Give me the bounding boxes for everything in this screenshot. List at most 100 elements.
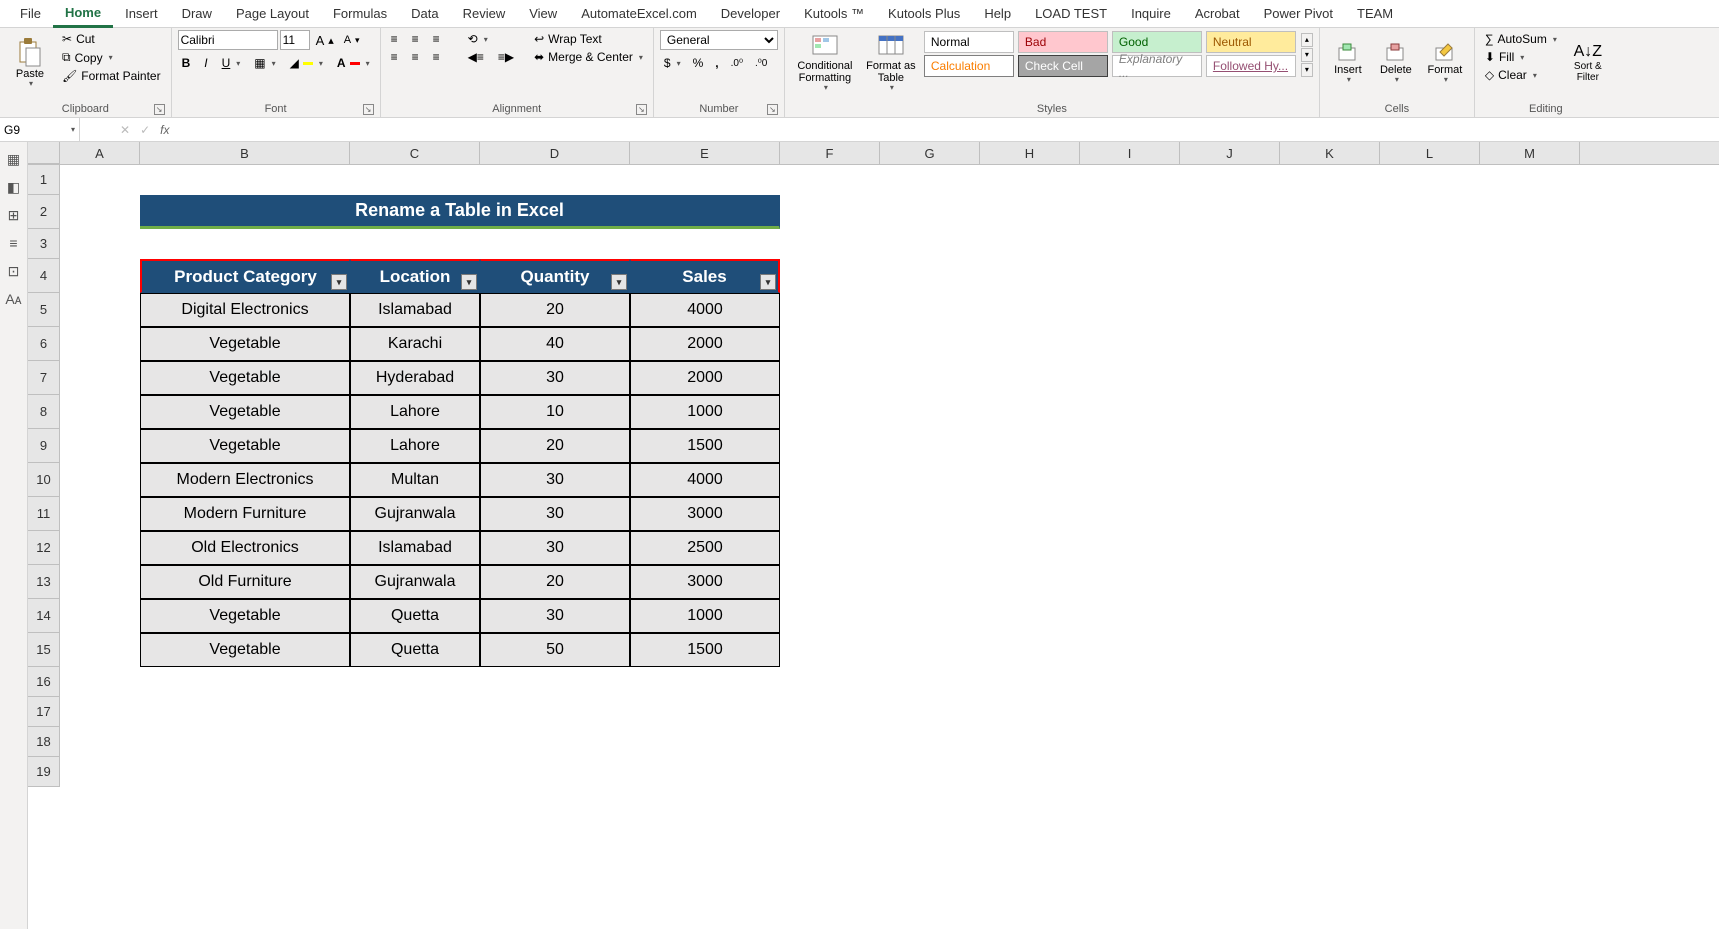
alignment-launcher[interactable]: ↘ <box>636 104 647 115</box>
table-cell[interactable]: 1000 <box>630 599 780 633</box>
tab-home[interactable]: Home <box>53 0 113 28</box>
cell[interactable] <box>1080 599 1180 633</box>
number-launcher[interactable]: ↘ <box>767 104 778 115</box>
cell[interactable] <box>1080 361 1180 395</box>
cell[interactable] <box>880 599 980 633</box>
cell[interactable] <box>980 429 1080 463</box>
cell[interactable] <box>1280 195 1380 229</box>
cell[interactable] <box>1280 633 1380 667</box>
align-left-button[interactable]: ≡ <box>387 48 402 66</box>
cell[interactable] <box>1480 757 1580 787</box>
row-header-7[interactable]: 7 <box>28 361 60 395</box>
cell[interactable] <box>1080 165 1180 195</box>
table-cell[interactable]: Gujranwala <box>350 565 480 599</box>
cell[interactable] <box>980 327 1080 361</box>
cell[interactable] <box>140 727 350 757</box>
styles-scroll-down[interactable]: ▾ <box>1301 48 1313 62</box>
cell[interactable] <box>350 757 480 787</box>
cell[interactable] <box>1480 697 1580 727</box>
style-neutral[interactable]: Neutral <box>1206 31 1296 53</box>
name-box[interactable]: ▾ <box>0 118 80 141</box>
cell[interactable] <box>980 395 1080 429</box>
name-box-input[interactable] <box>4 123 75 137</box>
cell[interactable] <box>1080 395 1180 429</box>
cell[interactable] <box>1280 395 1380 429</box>
cell[interactable] <box>1280 327 1380 361</box>
font-size-select[interactable] <box>280 30 310 50</box>
cell[interactable] <box>1480 395 1580 429</box>
orientation-button[interactable]: ⟲▾ <box>464 30 492 48</box>
cell[interactable] <box>780 361 880 395</box>
cell[interactable] <box>350 667 480 697</box>
bold-button[interactable]: B <box>178 54 195 72</box>
cell[interactable] <box>60 195 140 229</box>
table-cell[interactable]: 20 <box>480 293 630 327</box>
table-cell[interactable]: Vegetable <box>140 599 350 633</box>
sort-filter-button[interactable]: A↓Z Sort & Filter <box>1565 30 1611 96</box>
cell[interactable] <box>880 395 980 429</box>
row-header-6[interactable]: 6 <box>28 327 60 361</box>
tab-data[interactable]: Data <box>399 0 450 28</box>
row-header-13[interactable]: 13 <box>28 565 60 599</box>
cell[interactable] <box>1480 293 1580 327</box>
format-as-table-button[interactable]: Format as Table▾ <box>863 30 919 96</box>
cell[interactable] <box>880 565 980 599</box>
cell[interactable] <box>1280 429 1380 463</box>
cell[interactable] <box>480 229 630 259</box>
tab-load-test[interactable]: LOAD TEST <box>1023 0 1119 28</box>
delete-cells-button[interactable]: Delete▾ <box>1374 30 1418 96</box>
cell[interactable] <box>880 497 980 531</box>
cell[interactable] <box>630 667 780 697</box>
cell[interactable] <box>1480 229 1580 259</box>
cell[interactable] <box>1480 633 1580 667</box>
cell[interactable] <box>780 667 880 697</box>
cell[interactable] <box>880 429 980 463</box>
tool-icon-1[interactable]: ▦ <box>5 150 23 168</box>
cell[interactable] <box>1480 531 1580 565</box>
cell[interactable] <box>480 697 630 727</box>
cell[interactable] <box>880 531 980 565</box>
cell[interactable] <box>1080 531 1180 565</box>
cell[interactable] <box>1380 599 1480 633</box>
cell[interactable] <box>60 293 140 327</box>
row-header-11[interactable]: 11 <box>28 497 60 531</box>
increase-decimal-button[interactable]: .0⁰ <box>727 56 747 71</box>
cell[interactable] <box>980 229 1080 259</box>
row-header-15[interactable]: 15 <box>28 633 60 667</box>
cell[interactable] <box>1080 497 1180 531</box>
filter-dropdown-icon[interactable]: ▾ <box>331 274 347 290</box>
cell[interactable] <box>980 599 1080 633</box>
cell[interactable] <box>1280 757 1380 787</box>
cell[interactable] <box>780 565 880 599</box>
cell[interactable] <box>1180 633 1280 667</box>
cell[interactable] <box>1080 667 1180 697</box>
cell[interactable] <box>1480 565 1580 599</box>
cell[interactable] <box>980 667 1080 697</box>
cell[interactable] <box>1480 599 1580 633</box>
tab-kutools-plus[interactable]: Kutools Plus <box>876 0 972 28</box>
cell[interactable] <box>1280 229 1380 259</box>
table-cell[interactable]: 30 <box>480 599 630 633</box>
style-good[interactable]: Good <box>1112 31 1202 53</box>
cell[interactable] <box>1380 229 1480 259</box>
cell[interactable] <box>60 633 140 667</box>
cell[interactable] <box>980 565 1080 599</box>
row-header-14[interactable]: 14 <box>28 599 60 633</box>
cell[interactable] <box>630 727 780 757</box>
copy-button[interactable]: ⧉ Copy ▾ <box>58 48 165 67</box>
cell[interactable] <box>1080 195 1180 229</box>
align-middle-button[interactable]: ≡ <box>408 30 423 48</box>
cell[interactable] <box>1180 229 1280 259</box>
cell[interactable] <box>1180 327 1280 361</box>
cell[interactable] <box>1180 195 1280 229</box>
cell[interactable] <box>1380 727 1480 757</box>
styles-scroll-up[interactable]: ▴ <box>1301 33 1313 47</box>
cell[interactable] <box>350 697 480 727</box>
column-header-L[interactable]: L <box>1380 142 1480 164</box>
tool-icon-3[interactable]: ⊞ <box>5 206 23 224</box>
cell[interactable] <box>980 633 1080 667</box>
style-followed-hyperlink[interactable]: Followed Hy... <box>1206 55 1296 77</box>
cell[interactable] <box>880 633 980 667</box>
formula-input[interactable] <box>179 123 1719 137</box>
cell[interactable] <box>60 697 140 727</box>
